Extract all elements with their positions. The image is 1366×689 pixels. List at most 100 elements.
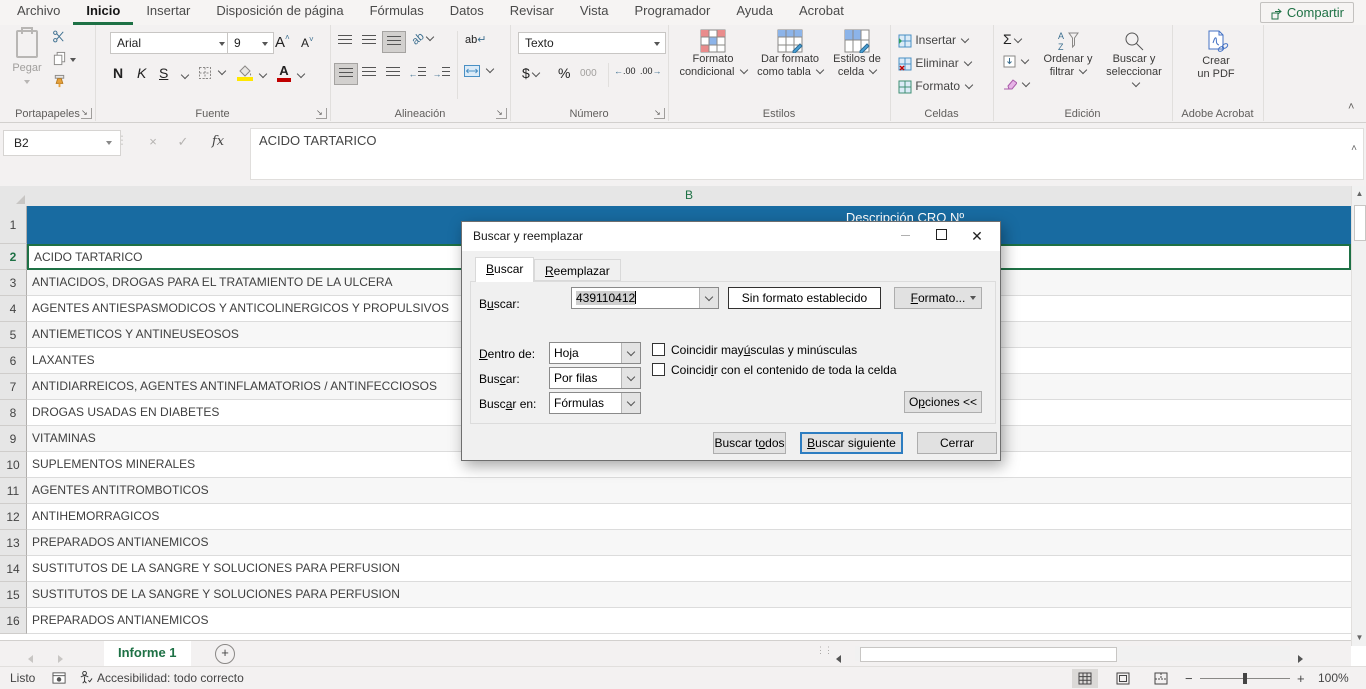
- increase-decimal-button[interactable]: ←.00: [614, 66, 636, 76]
- ribbon-tab-archivo[interactable]: Archivo: [4, 0, 73, 22]
- shrink-font-button[interactable]: A˅: [301, 35, 314, 50]
- share-button[interactable]: Compartir: [1260, 2, 1354, 23]
- align-bottom-button[interactable]: [382, 31, 406, 53]
- zoom-in-button[interactable]: +: [1297, 671, 1305, 686]
- autosum-button[interactable]: Σ: [1003, 31, 1021, 47]
- decrease-indent-button[interactable]: ←: [406, 63, 428, 83]
- cell[interactable]: AGENTES ANTITROMBOTICOS: [27, 478, 1351, 504]
- tab-buscar[interactable]: Buscar: [475, 257, 534, 282]
- new-sheet-button[interactable]: +: [215, 644, 235, 664]
- zoom-slider-handle[interactable]: [1243, 673, 1247, 684]
- vertical-scroll-thumb[interactable]: [1354, 205, 1366, 241]
- cell[interactable]: SUSTITUTOS DE LA SANGRE Y SOLUCIONES PAR…: [27, 556, 1351, 582]
- thousands-button[interactable]: 000: [580, 68, 597, 79]
- cell[interactable]: SUSTITUTOS DE LA SANGRE Y SOLUCIONES PAR…: [27, 582, 1351, 608]
- cancel-button[interactable]: ×: [140, 130, 166, 154]
- horizontal-scrollbar[interactable]: [855, 646, 1290, 661]
- insert-function-button[interactable]: fx: [205, 130, 231, 154]
- ribbon-tab-programador[interactable]: Programador: [622, 0, 724, 22]
- borders-dropdown-icon[interactable]: [218, 67, 226, 75]
- cell[interactable]: ANTIHEMORRAGICOS: [27, 504, 1351, 530]
- ribbon-tab-insertar[interactable]: Insertar: [133, 0, 203, 22]
- delete-cells-button[interactable]: Eliminar: [898, 56, 971, 71]
- ribbon-tab-revisar[interactable]: Revisar: [497, 0, 567, 22]
- sheet-tab-informe1[interactable]: Informe 1: [104, 641, 191, 668]
- grow-font-button[interactable]: A˄: [275, 33, 290, 51]
- row-header[interactable]: 16: [0, 608, 27, 634]
- row-header[interactable]: 11: [0, 478, 27, 504]
- look-in-select[interactable]: Fórmulas: [549, 392, 641, 414]
- conditional-formatting-dropdown-icon[interactable]: [739, 66, 747, 74]
- number-dialog-launcher[interactable]: ↘: [654, 108, 665, 119]
- horizontal-scroll-thumb[interactable]: [860, 647, 1117, 662]
- sort-filter-button[interactable]: AZ Ordenar y filtrar: [1037, 29, 1099, 79]
- row-header[interactable]: 12: [0, 504, 27, 530]
- maximize-icon[interactable]: [924, 222, 958, 251]
- font-color-dropdown-icon[interactable]: [297, 70, 305, 78]
- macro-record-icon[interactable]: [52, 670, 67, 685]
- options-button[interactable]: Opciones <<: [904, 391, 982, 413]
- cell[interactable]: PREPARADOS ANTIANEMICOS: [27, 530, 1351, 556]
- font-size-combo[interactable]: 9: [227, 32, 274, 54]
- format-button[interactable]: Formato...: [894, 287, 982, 309]
- find-all-button[interactable]: Buscar todos: [713, 432, 786, 454]
- increase-indent-button[interactable]: →: [430, 63, 452, 83]
- find-next-button[interactable]: Buscar siguiente: [800, 432, 903, 454]
- page-layout-view-button[interactable]: [1110, 669, 1136, 688]
- find-what-dropdown-icon[interactable]: [699, 288, 718, 308]
- align-right-button[interactable]: [382, 63, 404, 83]
- search-direction-select[interactable]: Por filas: [549, 367, 641, 389]
- cell-styles-dropdown-icon[interactable]: [869, 66, 877, 74]
- align-center-button[interactable]: [358, 63, 380, 83]
- ribbon-tab-vista[interactable]: Vista: [567, 0, 622, 22]
- select-all-corner[interactable]: [0, 186, 28, 207]
- clear-dropdown-icon[interactable]: [1022, 79, 1030, 87]
- format-painter-button[interactable]: [52, 74, 67, 89]
- tab-splitter-handle[interactable]: ⋮⋮: [816, 645, 832, 656]
- insert-dropdown-icon[interactable]: [961, 35, 969, 43]
- find-what-input[interactable]: 439110412: [571, 287, 719, 309]
- search-direction-dropdown-icon[interactable]: [621, 368, 640, 388]
- font-dialog-launcher[interactable]: ↘: [316, 108, 327, 119]
- formula-bar-expand-icon[interactable]: ˄: [1351, 143, 1357, 154]
- orientation-dropdown-icon[interactable]: [426, 33, 434, 41]
- row-header[interactable]: 2: [0, 244, 27, 270]
- merge-center-button[interactable]: [463, 63, 493, 78]
- fill-color-dropdown-icon[interactable]: [259, 70, 267, 78]
- format-as-table-dropdown-icon[interactable]: [816, 66, 824, 74]
- insert-cells-button[interactable]: Insertar: [898, 33, 968, 48]
- italic-button[interactable]: K: [137, 65, 146, 81]
- cell[interactable]: PREPARADOS ANTIANEMICOS: [27, 608, 1351, 634]
- accessibility-status[interactable]: Accesibilidad: todo correcto: [97, 671, 244, 685]
- font-name-combo[interactable]: Arial: [110, 32, 231, 54]
- decrease-decimal-button[interactable]: .00→: [640, 66, 662, 76]
- format-cells-button[interactable]: Formato: [898, 79, 972, 94]
- ribbon-tab-acrobat[interactable]: Acrobat: [786, 0, 857, 22]
- close-button[interactable]: Cerrar: [917, 432, 997, 454]
- zoom-out-button[interactable]: −: [1185, 671, 1193, 686]
- look-in-dropdown-icon[interactable]: [621, 393, 640, 413]
- cut-button[interactable]: [52, 29, 67, 44]
- bold-button[interactable]: N: [113, 65, 123, 81]
- alignment-dialog-launcher[interactable]: ↘: [496, 108, 507, 119]
- format-cells-dropdown-icon[interactable]: [965, 81, 973, 89]
- row-header[interactable]: 7: [0, 374, 27, 400]
- row-header[interactable]: 3: [0, 270, 27, 296]
- ribbon-tab-disposici-n-de-p-gina[interactable]: Disposición de página: [203, 0, 356, 22]
- row-header[interactable]: 9: [0, 426, 27, 452]
- enter-button[interactable]: ✓: [170, 130, 196, 154]
- autosum-dropdown-icon[interactable]: [1013, 35, 1021, 43]
- row-header[interactable]: 1: [0, 206, 27, 244]
- clipboard-dialog-launcher[interactable]: ↘: [81, 108, 92, 119]
- paste-dropdown-icon[interactable]: [24, 80, 30, 84]
- fill-dropdown-icon[interactable]: [1021, 56, 1029, 64]
- row-header[interactable]: 15: [0, 582, 27, 608]
- page-break-view-button[interactable]: [1148, 669, 1174, 688]
- align-top-button[interactable]: [334, 31, 356, 51]
- row-header[interactable]: 13: [0, 530, 27, 556]
- ribbon-tab-inicio[interactable]: Inicio: [73, 0, 133, 25]
- collapse-ribbon-icon[interactable]: ˄: [1348, 101, 1354, 113]
- scroll-down-icon[interactable]: ▼: [1352, 630, 1366, 646]
- column-header-b[interactable]: B: [27, 186, 1351, 208]
- font-color-button[interactable]: A: [277, 63, 291, 82]
